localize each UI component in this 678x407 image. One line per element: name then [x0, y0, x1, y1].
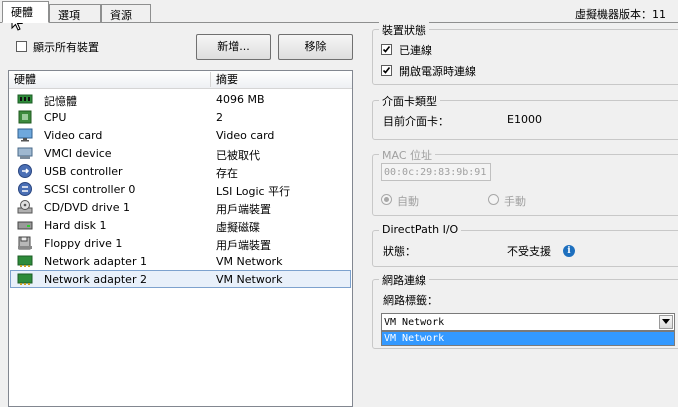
device-row-network-adapter-2[interactable]: Network adapter 2 VM Network	[10, 270, 351, 288]
tab-resources-label: 資源	[110, 9, 132, 22]
device-summary: 用戶端裝置	[216, 203, 271, 216]
mac-address-field[interactable]: 00:0c:29:83:9b:91	[381, 163, 491, 181]
device-summary: 4096 MB	[216, 93, 265, 106]
device-summary: VM Network	[216, 273, 283, 286]
device-row-usb[interactable]: USB controller 存在	[10, 162, 351, 180]
device-summary: 存在	[216, 167, 238, 180]
network-option-vm-network[interactable]: VM Network	[381, 331, 675, 346]
current-adapter-value: E1000	[507, 113, 542, 126]
show-all-devices-checkbox[interactable]	[16, 41, 27, 52]
device-name: Network adapter 2	[44, 273, 147, 286]
device-name: 記憶體	[44, 95, 77, 108]
device-name: CD/DVD drive 1	[44, 201, 130, 214]
mac-manual-radio[interactable]	[488, 194, 499, 205]
mac-manual-label: 手動	[504, 195, 526, 208]
network-adapter-icon	[17, 273, 33, 285]
connect-at-power-on-checkbox[interactable]	[381, 65, 392, 76]
device-name: VMCI device	[44, 147, 112, 160]
tab-hardware-label: 硬體	[11, 6, 33, 19]
vm-version-label: 虛擬機器版本：11	[575, 8, 666, 21]
current-adapter-label: 目前介面卡：	[383, 115, 449, 128]
device-row-cpu[interactable]: CPU 2	[10, 108, 351, 126]
directpath-group: DirectPath I/O 狀態： 不受支援 i	[372, 223, 678, 267]
device-name: Network adapter 1	[44, 255, 147, 268]
device-summary: 用戶端裝置	[216, 239, 271, 252]
column-summary-header[interactable]: 摘要	[212, 72, 238, 87]
device-name: SCSI controller 0	[44, 183, 136, 196]
directpath-status-value: 不受支援	[507, 245, 551, 258]
device-status-group: 裝置狀態 已連線 開啟電源時連線	[372, 22, 678, 85]
column-separator	[210, 72, 211, 87]
show-all-devices-label: 顯示所有裝置	[33, 41, 99, 54]
device-name: Floppy drive 1	[44, 237, 123, 250]
device-row-network-adapter-1[interactable]: Network adapter 1 VM Network	[10, 252, 351, 270]
mac-address-title: MAC 位址	[379, 147, 435, 163]
remove-button[interactable]: 移除	[278, 34, 353, 60]
dropdown-button[interactable]	[659, 315, 673, 329]
adapter-type-group: 介面卡類型 目前介面卡： E1000	[372, 93, 678, 140]
device-summary: VM Network	[216, 255, 283, 268]
directpath-title: DirectPath I/O	[379, 223, 462, 236]
network-label-dropdown[interactable]: VM Network	[381, 313, 675, 331]
device-summary: 虛擬磁碟	[216, 221, 260, 234]
device-status-title: 裝置狀態	[379, 22, 429, 38]
connect-at-power-on-label: 開啟電源時連線	[399, 65, 476, 78]
device-summary: LSI Logic 平行	[216, 185, 291, 198]
device-summary: 2	[216, 111, 223, 124]
vmci-device-icon	[17, 147, 33, 159]
mac-auto-label: 自動	[397, 195, 419, 208]
device-summary: Video card	[216, 129, 275, 142]
monitor-icon	[17, 128, 33, 142]
checkmark-icon	[382, 67, 391, 74]
device-row-floppy[interactable]: Floppy drive 1 用戶端裝置	[10, 234, 351, 252]
device-name: Hard disk 1	[44, 219, 107, 232]
cpu-icon	[18, 110, 32, 124]
adapter-type-title: 介面卡類型	[379, 93, 440, 109]
device-row-hard-disk[interactable]: Hard disk 1 虛擬磁碟	[10, 216, 351, 234]
mac-address-group: MAC 位址 00:0c:29:83:9b:91 自動 手動	[372, 147, 678, 216]
tab-hardware[interactable]: 硬體	[2, 1, 49, 23]
memory-icon	[17, 94, 33, 104]
hard-disk-icon	[17, 221, 33, 230]
scsi-icon	[18, 182, 32, 196]
network-label-selected: VM Network	[384, 317, 445, 328]
device-summary: 已被取代	[216, 149, 260, 162]
info-icon[interactable]: i	[563, 245, 575, 257]
network-label-caption: 網路標籤：	[383, 294, 438, 307]
tab-options[interactable]: 選項	[49, 4, 101, 22]
device-name: CPU	[44, 111, 67, 124]
device-row-scsi[interactable]: SCSI controller 0 LSI Logic 平行	[10, 180, 351, 198]
add-button[interactable]: 新增...	[196, 34, 271, 60]
usb-icon	[18, 164, 32, 178]
directpath-status-label: 狀態：	[383, 245, 416, 258]
device-name: USB controller	[44, 165, 123, 178]
connected-label: 已連線	[399, 44, 432, 57]
network-adapter-icon	[17, 255, 33, 267]
hardware-list[interactable]: 硬體 摘要 記憶體 4096 MB CPU 2 Video card Video…	[8, 70, 353, 407]
device-row-video-card[interactable]: Video card Video card	[10, 126, 351, 144]
network-connection-title: 網路連線	[379, 272, 429, 288]
device-row-cd-dvd[interactable]: CD/DVD drive 1 用戶端裝置	[10, 198, 351, 216]
tab-options-label: 選項	[58, 9, 80, 22]
radio-selected-dot	[384, 197, 389, 202]
list-header: 硬體 摘要	[9, 71, 352, 89]
cd-dvd-icon	[17, 200, 33, 214]
floppy-icon	[18, 236, 32, 250]
connected-checkbox[interactable]	[381, 44, 392, 55]
device-name: Video card	[44, 129, 103, 142]
device-row-memory[interactable]: 記憶體 4096 MB	[10, 90, 351, 108]
chevron-down-icon	[662, 319, 670, 324]
device-row-vmci[interactable]: VMCI device 已被取代	[10, 144, 351, 162]
checkmark-icon	[382, 46, 391, 53]
tab-resources[interactable]: 資源	[101, 4, 151, 22]
column-hardware-header[interactable]: 硬體	[10, 72, 36, 87]
network-connection-group: 網路連線 網路標籤： VM Network VM Network	[372, 272, 678, 349]
mac-auto-radio[interactable]	[381, 194, 392, 205]
